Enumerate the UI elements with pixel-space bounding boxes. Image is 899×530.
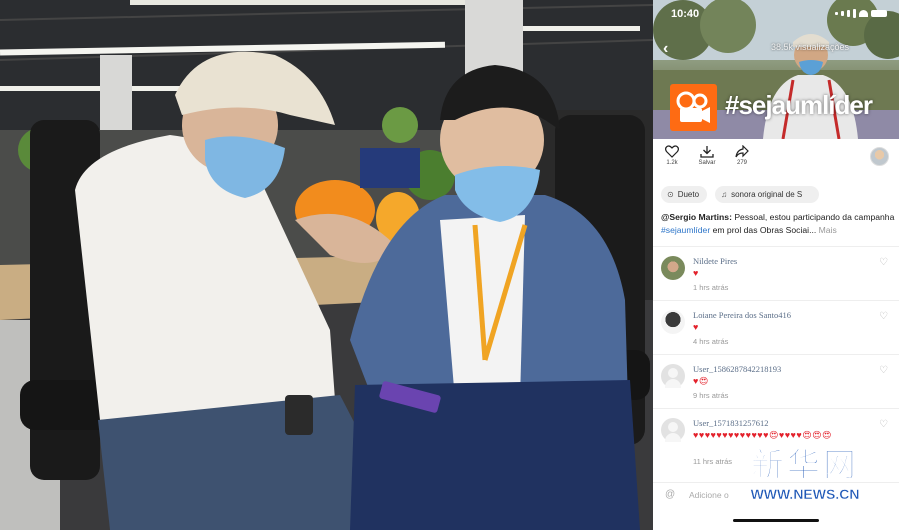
comment-item: User_1586287842218193 ♥😍 9 hrs atrás ♡	[653, 354, 899, 408]
signal-icon	[847, 10, 850, 17]
caption-hashtag[interactable]: #sejaumlíder	[661, 225, 710, 235]
watermark-url: WWW.NEWS.CN	[750, 486, 860, 502]
like-button[interactable]: 1.2k	[659, 145, 685, 166]
download-icon	[700, 146, 714, 158]
duet-chip[interactable]: ⊙ Dueto	[661, 186, 708, 203]
commenter-name[interactable]: Loiane Pereira dos Santo416	[693, 310, 791, 320]
like-count: 1.2k	[666, 160, 678, 166]
caption-text-end: em prol das Obras Sociai...	[710, 225, 817, 235]
caption-username[interactable]: @Sergio Martins:	[661, 212, 732, 222]
caption-text: Pessoal, estou participando da campanha	[731, 212, 895, 222]
commenter-avatar[interactable]	[661, 256, 685, 280]
default-avatar-icon[interactable]	[661, 418, 685, 442]
commenter-avatar[interactable]	[661, 310, 685, 334]
battery-icon	[871, 10, 887, 17]
sound-chip[interactable]: ♫ sonora original de S	[715, 186, 820, 203]
action-row: 1.2k Salvar 279	[653, 145, 899, 177]
save-button[interactable]: Salvar	[694, 145, 720, 166]
xinhua-watermark: 新华网 WWW.NEWS.CN	[741, 445, 869, 502]
signal-icon	[841, 11, 844, 16]
commenter-name[interactable]: User_1571831257612	[693, 418, 769, 428]
share-count: 279	[736, 160, 747, 166]
comment-time: 11 hrs atrás	[693, 457, 733, 466]
view-count: 38.5k visualizações	[771, 42, 850, 52]
comment-like-icon[interactable]: ♡	[879, 257, 888, 268]
status-time: 10:40	[671, 8, 700, 20]
add-comment-input[interactable]: Adicione o	[689, 490, 729, 500]
mention-icon[interactable]: @	[665, 489, 675, 500]
status-icons	[835, 9, 887, 18]
comment-time: 1 hrs atrás	[693, 283, 729, 292]
video-camera-icon	[670, 84, 717, 131]
share-button[interactable]: 279	[729, 145, 755, 166]
comment-item: Nildete Pires ♥ 1 hrs atrás ♡	[653, 246, 899, 300]
comment-text: ♥	[693, 322, 699, 332]
duet-label: Dueto	[677, 190, 700, 199]
wifi-icon	[859, 10, 868, 17]
comment-text: ♥	[693, 268, 699, 278]
chip-row: ⊙ Dueto ♫ sonora original de S	[661, 186, 820, 203]
watermark-logo-cn: 新华网	[751, 445, 859, 484]
comment-text: ♥♥♥♥♥♥♥♥♥♥♥♥♥😍♥♥♥♥😍😍😍	[693, 430, 832, 440]
post-caption: @Sergio Martins: Pessoal, estou particip…	[661, 211, 895, 237]
comment-item: Loiane Pereira dos Santo416 ♥ 4 hrs atrá…	[653, 300, 899, 354]
duet-icon: ⊙	[667, 190, 674, 199]
comment-like-icon[interactable]: ♡	[879, 419, 888, 430]
signal-icon	[835, 12, 838, 15]
comment-time: 9 hrs atrás	[693, 391, 729, 400]
share-arrow-icon	[735, 145, 749, 158]
news-photo	[0, 0, 653, 530]
heart-icon	[665, 145, 679, 158]
commenter-name[interactable]: User_1586287842218193	[693, 364, 781, 374]
comment-time: 4 hrs atrás	[693, 337, 729, 346]
home-indicator	[733, 519, 819, 522]
comment-like-icon[interactable]: ♡	[879, 365, 888, 376]
default-avatar-icon[interactable]	[661, 364, 685, 388]
music-note-icon: ♫	[721, 190, 728, 199]
comment-like-icon[interactable]: ♡	[879, 311, 888, 322]
signal-icon	[853, 9, 856, 18]
comment-text: ♥😍	[693, 376, 709, 386]
office-scene-illustration	[0, 0, 653, 530]
more-link[interactable]: Mais	[819, 225, 837, 235]
back-chevron-icon[interactable]: ‹	[663, 40, 668, 58]
commenter-name[interactable]: Nildete Pires	[693, 256, 737, 266]
author-avatar[interactable]	[870, 147, 889, 166]
video-hashtag: #sejaumlíder	[725, 90, 873, 120]
save-label: Salvar	[698, 160, 716, 166]
video-player[interactable]: 10:40 ‹ 38.5k visualizações #sejaumlíder	[653, 0, 899, 139]
sound-label: sonora original de S	[731, 190, 803, 199]
